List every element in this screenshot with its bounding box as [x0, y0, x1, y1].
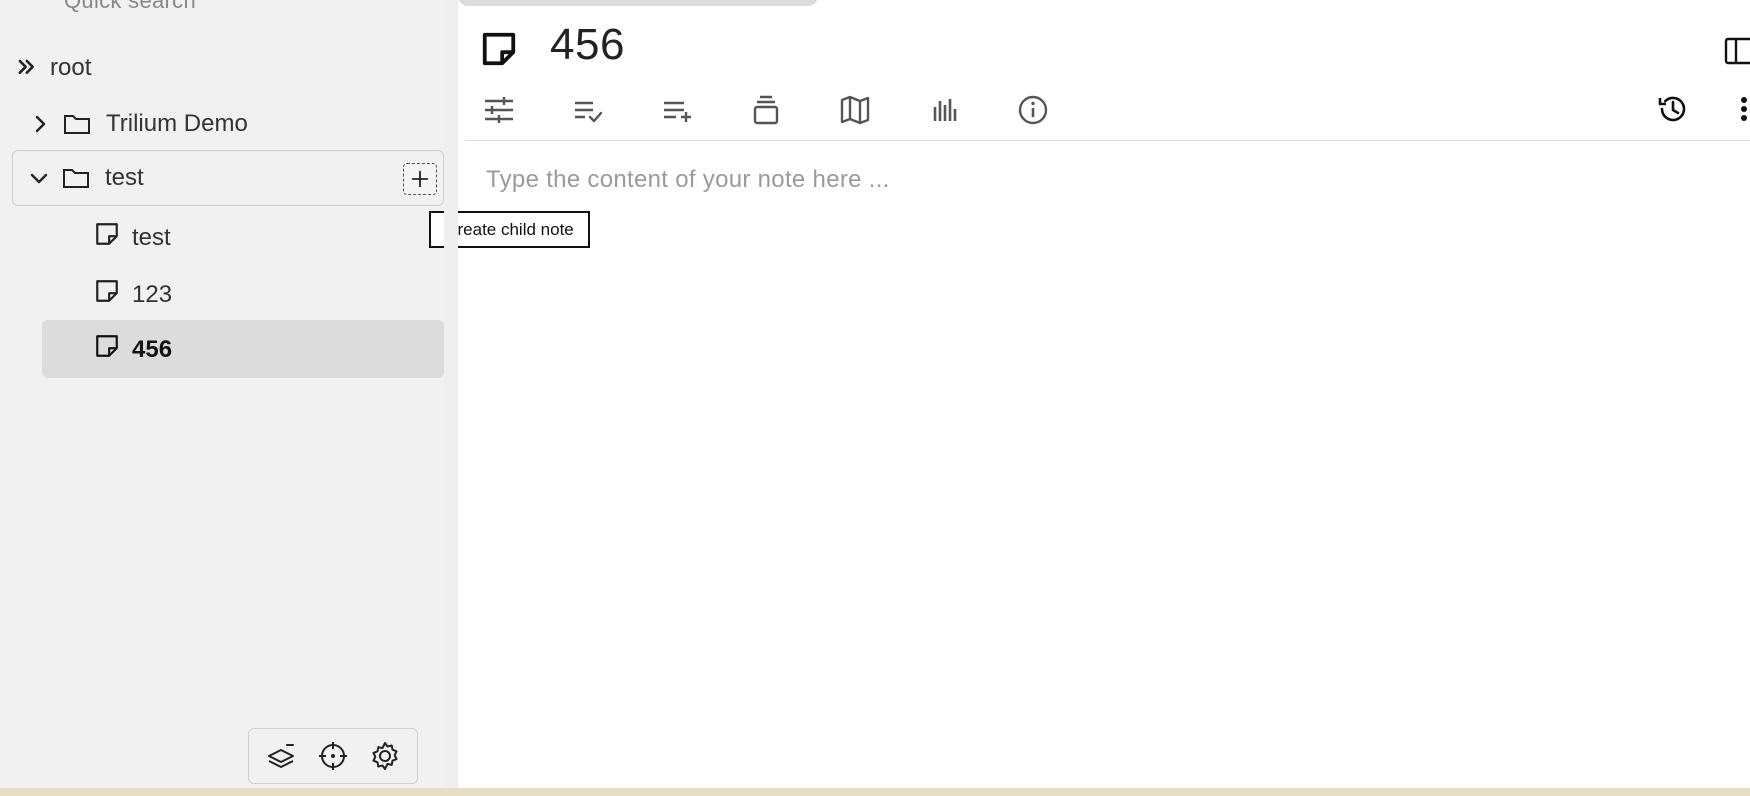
plus-icon [411, 170, 429, 188]
panel-splitter[interactable] [444, 0, 458, 790]
owned-attributes-icon[interactable] [571, 93, 605, 127]
tree-item-456-note[interactable]: 456 [94, 328, 172, 372]
tree-item-label: root [50, 54, 92, 81]
collapse-all-icon[interactable] [14, 54, 42, 82]
similar-notes-icon[interactable] [927, 93, 961, 127]
tab-bar-edge [458, 0, 818, 6]
note-map-icon[interactable] [838, 93, 872, 127]
window-bottom-edge [0, 788, 1750, 796]
note-type-icon[interactable] [480, 30, 518, 68]
folder-icon [62, 110, 92, 138]
tree-item-test-folder[interactable]: test [12, 150, 444, 206]
tree-item-root[interactable]: root [14, 48, 91, 88]
tree-item-test-note[interactable]: test [94, 216, 171, 260]
tree-item-label: test [132, 224, 171, 251]
tree-bottom-toolbar [248, 728, 418, 784]
tree-item-label: 456 [132, 336, 173, 363]
note-icon [94, 221, 120, 247]
note-info-icon[interactable] [1016, 93, 1050, 127]
note-revisions-icon[interactable] [1656, 92, 1690, 126]
layers-icon[interactable] [265, 740, 297, 772]
tree-item-label: 123 [132, 281, 173, 308]
tree-item-trilium-demo[interactable]: Trilium Demo [28, 104, 248, 144]
create-child-note-button[interactable] [403, 163, 437, 195]
split-pane-icon[interactable] [1724, 34, 1750, 68]
locate-icon[interactable] [317, 740, 349, 772]
note-editor-placeholder[interactable]: Type the content of your note here ... [486, 166, 890, 194]
chevron-down-icon[interactable] [27, 166, 51, 190]
tree-item-123-note[interactable]: 123 [94, 273, 172, 317]
folder-icon [61, 164, 91, 192]
tree-item-label: test [105, 164, 144, 191]
ribbon-tabs [482, 93, 1105, 127]
chevron-right-icon[interactable] [28, 112, 52, 136]
settings-icon[interactable] [369, 740, 401, 772]
quick-search-label[interactable]: Quick search [64, 0, 196, 14]
basic-properties-icon[interactable] [482, 93, 516, 127]
note-icon [94, 278, 120, 304]
ribbon-right-controls [1656, 92, 1750, 126]
more-options-icon[interactable] [1734, 92, 1750, 126]
note-title[interactable]: 456 [550, 20, 625, 70]
inherited-attributes-icon[interactable] [660, 93, 694, 127]
note-paths-icon[interactable] [749, 93, 783, 127]
ribbon-divider [465, 140, 1750, 141]
tree-item-label: Trilium Demo [106, 110, 248, 137]
note-tree-panel: Quick search root Trilium Demo test test… [0, 0, 444, 790]
note-icon [94, 333, 120, 359]
